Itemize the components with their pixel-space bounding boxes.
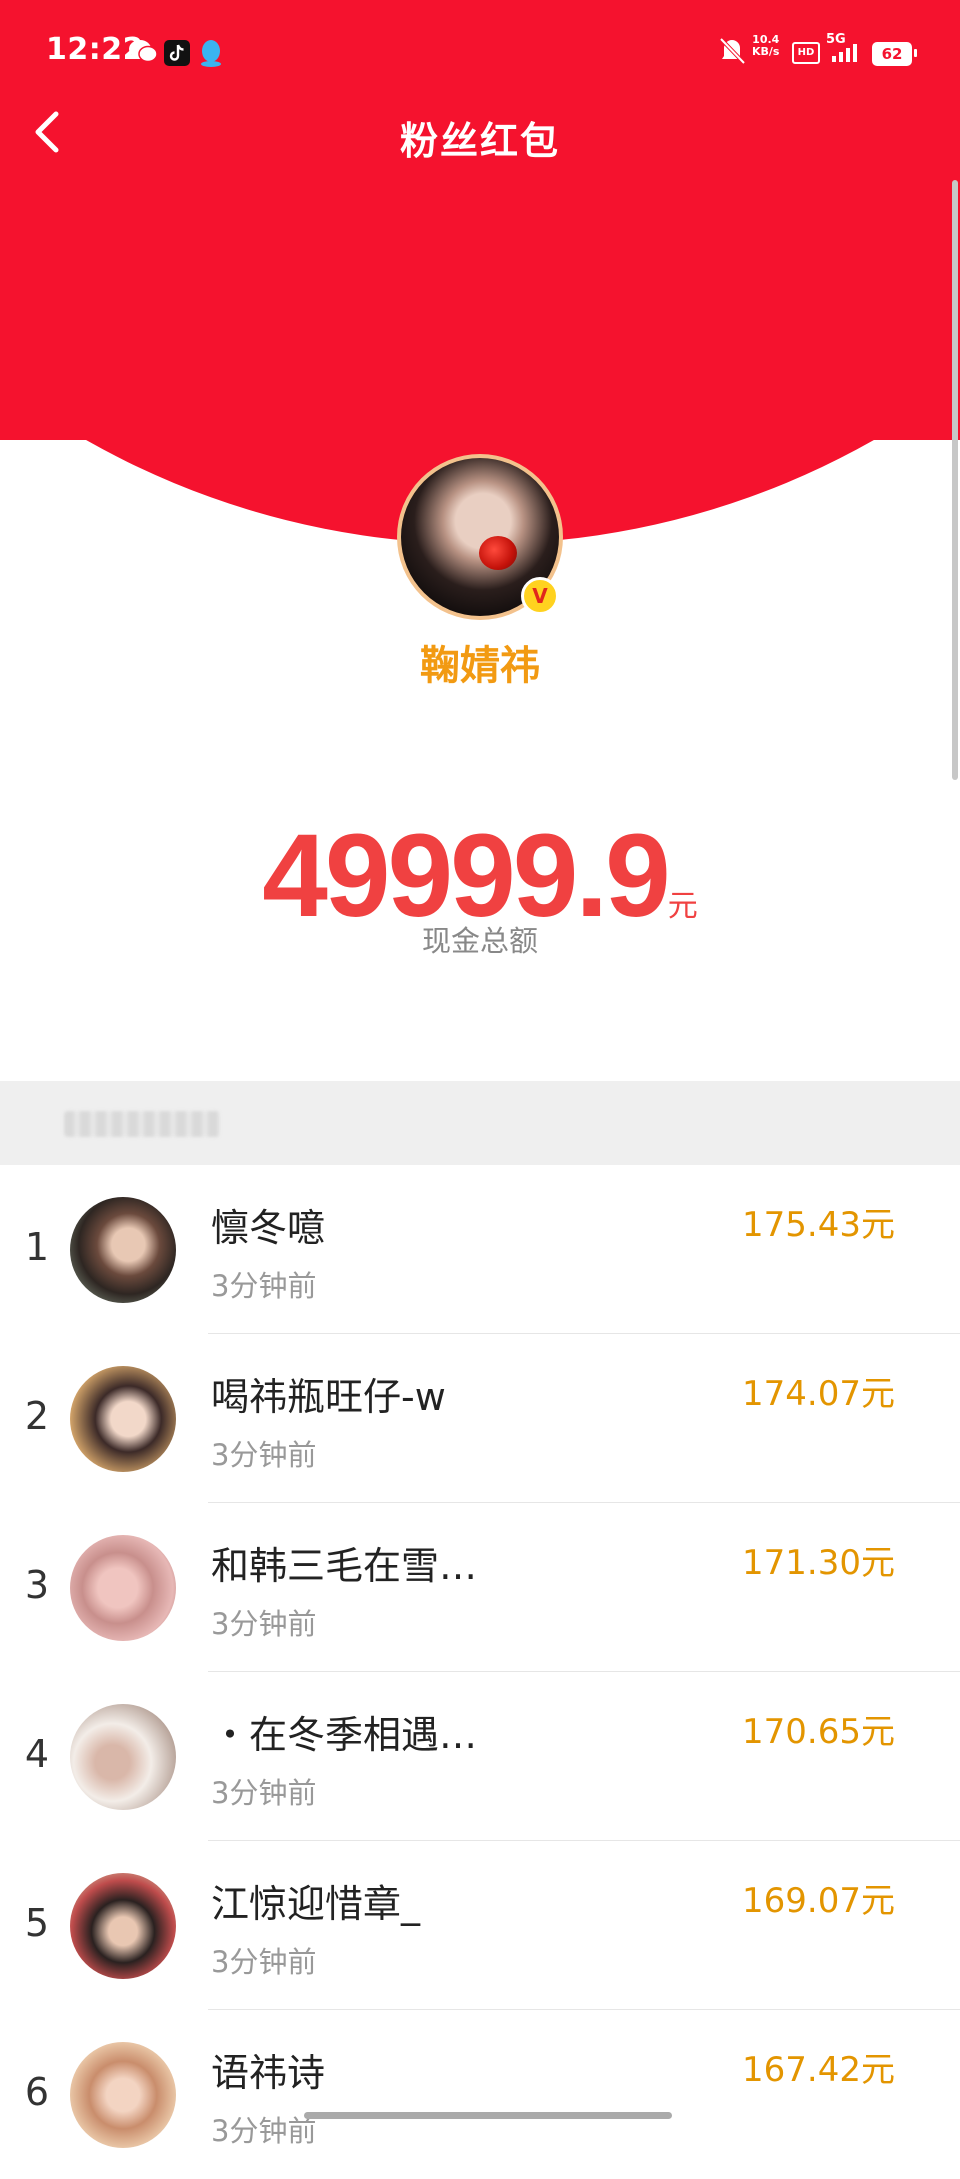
received-time: 3分钟前	[211, 2114, 317, 2148]
list-item[interactable]: 3 和韩三毛在雪… 3分钟前 171.30元	[0, 1503, 960, 1672]
qq-icon	[201, 40, 221, 67]
list-item[interactable]: 1 懔冬噫 3分钟前 175.43元	[0, 1165, 960, 1334]
status-bar: 12:22 10.4 KB/s HD 5G 62	[0, 28, 960, 78]
received-amount: 175.43元	[742, 1205, 895, 1245]
battery-tip	[914, 49, 917, 57]
received-amount: 174.07元	[742, 1374, 895, 1414]
user-name: 江惊迎惜章_	[211, 1882, 421, 1926]
received-amount: 167.42元	[742, 2050, 895, 2090]
battery-icon: 62	[872, 42, 912, 66]
user-avatar[interactable]	[70, 2042, 176, 2148]
received-time: 3分钟前	[211, 1269, 317, 1303]
received-time: 3分钟前	[211, 1438, 317, 1472]
user-avatar[interactable]	[70, 1366, 176, 1472]
rose-detail	[479, 536, 517, 570]
list-item[interactable]: 6 语祎诗 3分钟前 167.42元	[0, 2010, 960, 2179]
hd-badge: HD	[792, 42, 820, 64]
list-item[interactable]: 4 ・在冬季相遇… 3分钟前 170.65元	[0, 1672, 960, 1841]
list-item[interactable]: 2 喝祎瓶旺仔-w 3分钟前 174.07元	[0, 1334, 960, 1503]
page-title: 粉丝红包	[399, 119, 560, 163]
tiktok-icon	[164, 40, 190, 66]
network-speed-unit: KB/s	[752, 45, 780, 58]
rank-number: 6	[24, 2070, 50, 2114]
user-name: 喝祎瓶旺仔-w	[211, 1375, 446, 1419]
received-time: 3分钟前	[211, 1607, 317, 1641]
total-amount-label: 现金总额	[421, 924, 538, 958]
received-amount: 171.30元	[742, 1543, 895, 1583]
notification-muted-icon	[719, 37, 746, 65]
rank-number: 1	[24, 1225, 50, 1269]
user-avatar[interactable]	[70, 1873, 176, 1979]
user-name: 懔冬噫	[211, 1206, 326, 1250]
blurred-summary-text	[64, 1111, 220, 1137]
summary-band	[0, 1081, 960, 1165]
rank-number: 3	[24, 1563, 50, 1607]
wechat-icon	[129, 40, 158, 63]
user-avatar[interactable]	[70, 1197, 176, 1303]
rank-number: 2	[24, 1394, 50, 1438]
verified-badge-icon: V	[521, 577, 559, 615]
owner-name[interactable]: 鞠婧祎	[0, 633, 960, 691]
rank-number: 4	[24, 1732, 50, 1776]
user-avatar[interactable]	[70, 1704, 176, 1810]
home-indicator[interactable]	[304, 2112, 672, 2119]
user-name: 语祎诗	[211, 2051, 326, 2095]
rank-number: 5	[24, 1901, 50, 1945]
list-item[interactable]: 5 江惊迎惜章_ 3分钟前 169.07元	[0, 1841, 960, 2010]
vertical-scrollbar[interactable]	[952, 180, 958, 780]
received-amount: 169.07元	[742, 1881, 895, 1921]
user-name: 和韩三毛在雪…	[211, 1544, 478, 1588]
user-avatar[interactable]	[70, 1535, 176, 1641]
received-time: 3分钟前	[211, 1776, 317, 1810]
user-name: ・在冬季相遇…	[211, 1713, 478, 1757]
received-amount: 170.65元	[742, 1712, 895, 1752]
recipient-list: 1 懔冬噫 3分钟前 175.43元 2 喝祎瓶旺仔-w 3分钟前 174.07…	[0, 1165, 960, 2179]
received-time: 3分钟前	[211, 1945, 317, 1979]
network-speed: 10.4 KB/s	[752, 34, 779, 58]
